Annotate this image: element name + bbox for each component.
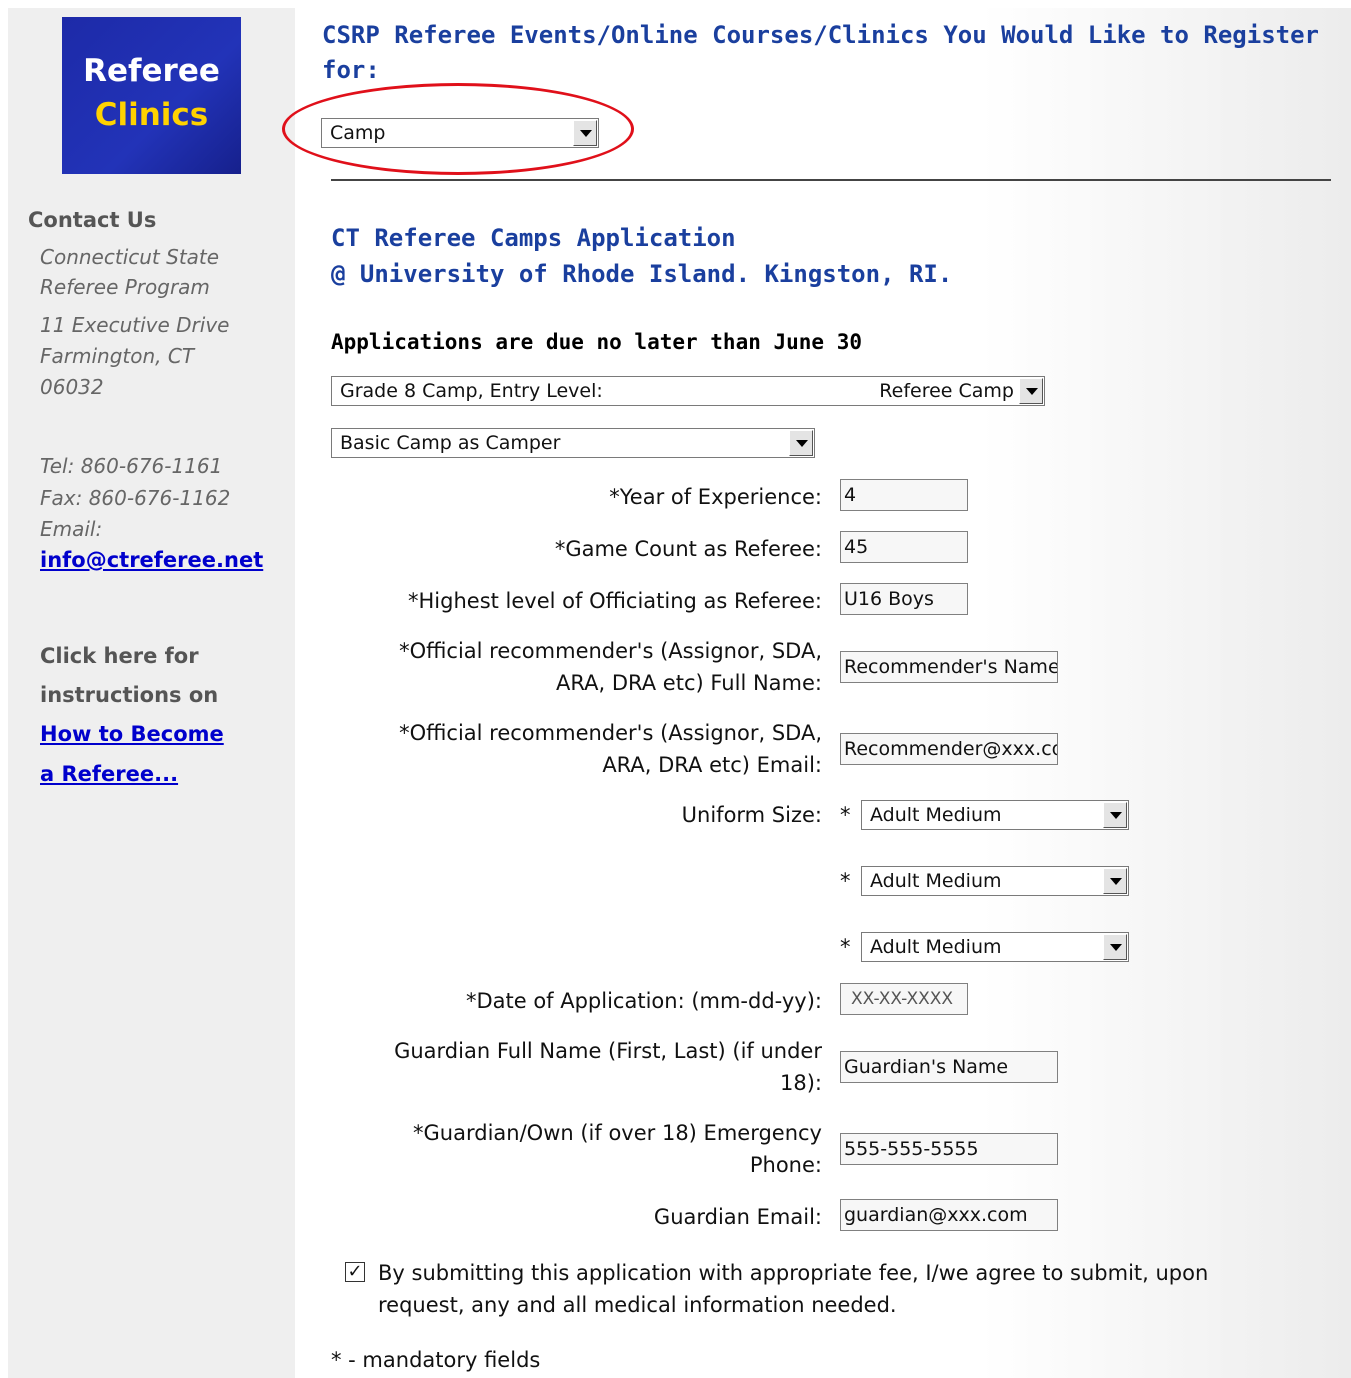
consent-text-line1: By submitting this application with appr… <box>378 1261 1209 1285</box>
event-type-value: Camp <box>330 122 386 144</box>
referee-clinics-logo[interactable]: Referee Clinics <box>62 17 241 174</box>
instructions-line1: Click here for <box>40 644 199 668</box>
chevron-down-icon[interactable] <box>1103 934 1127 960</box>
application-title-line1: CT Referee Camps Application <box>331 224 736 252</box>
guardian-email-label: Guardian Email: <box>653 1205 822 1229</box>
event-type-select[interactable]: Camp <box>321 118 599 148</box>
section-divider <box>331 179 1331 181</box>
logo-line1: Referee <box>83 53 220 89</box>
how-to-become-link[interactable]: How to Become <box>40 722 224 746</box>
guardian-name-input[interactable]: Guardian's Name <box>840 1051 1058 1083</box>
mandatory-note: * - mandatory fields <box>331 1348 541 1372</box>
chevron-down-icon[interactable] <box>1019 378 1043 404</box>
uniform-size-label: Uniform Size: <box>681 803 822 827</box>
medical-consent-checkbox[interactable]: ✓ <box>345 1262 365 1282</box>
uniform-size-value-2: Adult Medium <box>870 870 1002 892</box>
application-title-line2: @ University of Rhode Island. Kingston, … <box>331 260 953 288</box>
address-line3: 06032 <box>40 375 104 399</box>
emergency-phone-label-line1: *Guardian/Own (if over 18) Emergency <box>413 1121 822 1145</box>
a-referee-link[interactable]: a Referee... <box>40 762 178 786</box>
email-link[interactable]: info@ctreferee.net <box>40 548 263 572</box>
game-count-label: *Game Count as Referee: <box>554 537 822 561</box>
uniform-size-select-2[interactable]: Adult Medium <box>861 866 1129 896</box>
guardian-email-input[interactable]: guardian@xxx.com <box>840 1199 1058 1231</box>
guardian-name-label-line1: Guardian Full Name (First, Last) (if und… <box>394 1039 822 1063</box>
uniform-size-value-1: Adult Medium <box>870 804 1002 826</box>
chevron-down-icon[interactable] <box>1103 802 1127 828</box>
recommender-email-label-line1: *Official recommender's (Assignor, SDA, <box>399 721 822 745</box>
logo-line2: Clinics <box>94 97 209 133</box>
camp-select-value: Grade 8 Camp, Entry Level: <box>340 380 603 402</box>
camp-select[interactable]: Grade 8 Camp, Entry Level: Referee Camp <box>331 376 1045 406</box>
camp-role-select[interactable]: Basic Camp as Camper <box>331 428 815 458</box>
contact-heading: Contact Us <box>28 208 157 232</box>
years-experience-input[interactable]: 4 <box>840 479 968 511</box>
address-line2: Farmington, CT <box>40 344 195 368</box>
game-count-input[interactable]: 45 <box>840 531 968 563</box>
page-heading-line1: CSRP Referee Events/Online Courses/Clini… <box>322 21 1319 49</box>
recommender-email-input[interactable]: Recommender@xxx.com <box>840 733 1058 765</box>
main-content: CSRP Referee Events/Online Courses/Clini… <box>282 8 1351 1378</box>
consent-text-line2: request, any and all medical information… <box>378 1293 897 1317</box>
uniform-size-value-3: Adult Medium <box>870 936 1002 958</box>
address-line1: 11 Executive Drive <box>40 313 230 337</box>
guardian-name-label-line2: 18): <box>780 1071 822 1095</box>
fax-text: Fax: 860-676-1162 <box>40 486 231 510</box>
org-line2: Referee Program <box>40 275 210 299</box>
org-line1: Connecticut State <box>40 245 220 269</box>
camp-role-value: Basic Camp as Camper <box>340 432 561 454</box>
recommender-name-input[interactable]: Recommender's Name <box>840 651 1058 683</box>
uniform-size-select-1[interactable]: Adult Medium <box>861 800 1129 830</box>
emergency-phone-input[interactable]: 555-555-5555 <box>840 1133 1058 1165</box>
uniform-size-select-3[interactable]: Adult Medium <box>861 932 1129 962</box>
page-heading-line2: for: <box>322 56 380 84</box>
chevron-down-icon[interactable] <box>573 120 597 146</box>
highest-level-input[interactable]: U16 Boys <box>840 583 968 615</box>
camp-select-type: Referee Camp <box>879 380 1014 402</box>
highest-level-label: *Highest level of Officiating as Referee… <box>408 589 822 613</box>
emergency-phone-label-line2: Phone: <box>749 1153 822 1177</box>
email-label: Email: <box>40 517 103 541</box>
instructions-line2: instructions on <box>40 683 219 707</box>
recommender-email-label-line2: ARA, DRA etc) Email: <box>602 753 822 777</box>
required-star: * <box>840 869 851 893</box>
chevron-down-icon[interactable] <box>789 430 813 456</box>
recommender-name-label-line2: ARA, DRA etc) Full Name: <box>556 671 822 695</box>
required-star: * <box>840 935 851 959</box>
years-experience-label: *Year of Experience: <box>609 485 822 509</box>
recommender-name-label-line1: *Official recommender's (Assignor, SDA, <box>399 639 822 663</box>
required-star: * <box>840 803 851 827</box>
date-of-application-input[interactable]: XX-XX-XXXX <box>840 983 968 1015</box>
phone-text: Tel: 860-676-1161 <box>40 454 223 478</box>
due-date-notice: Applications are due no later than June … <box>331 330 863 354</box>
chevron-down-icon[interactable] <box>1103 868 1127 894</box>
sidebar: Referee Clinics Contact Us Connecticut S… <box>8 8 295 1378</box>
date-of-application-label: *Date of Application: (mm-dd-yy): <box>465 989 822 1013</box>
